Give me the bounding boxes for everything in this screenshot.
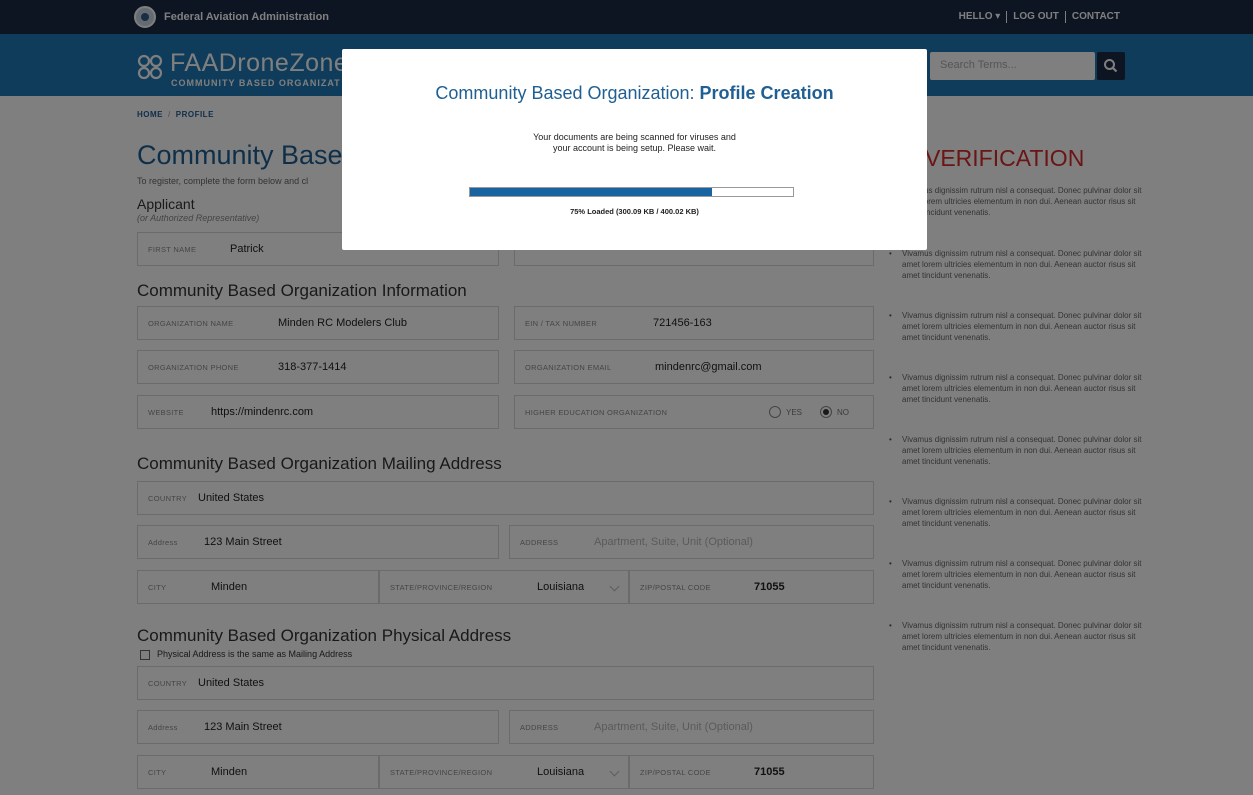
modal-title-bold: Profile Creation	[699, 83, 834, 103]
upload-progress-bar	[469, 187, 794, 197]
profile-creation-modal: Community Based Organization: Profile Cr…	[342, 49, 927, 250]
modal-message: Your documents are being scanned for vir…	[342, 132, 927, 154]
upload-progress-fill	[470, 188, 713, 196]
upload-progress-label: 75% Loaded (300.09 KB / 400.02 KB)	[570, 207, 699, 216]
modal-title-prefix: Community Based Organization:	[435, 83, 700, 103]
modal-message-line-1: Your documents are being scanned for vir…	[533, 132, 736, 142]
modal-message-line-2: your account is being setup. Please wait…	[552, 143, 717, 153]
modal-title: Community Based Organization: Profile Cr…	[342, 83, 927, 104]
